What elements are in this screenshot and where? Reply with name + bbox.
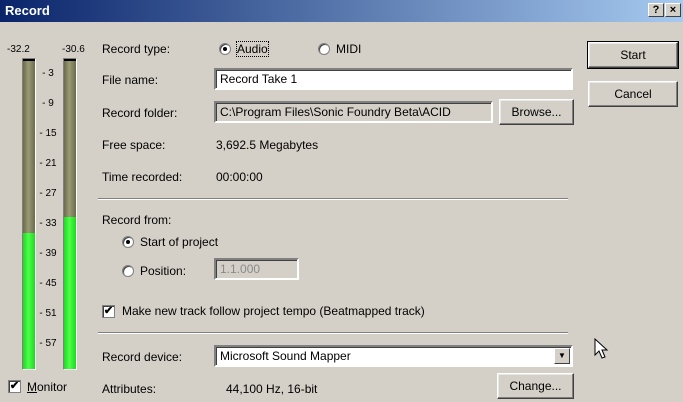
record-device-select[interactable]: Microsoft Sound Mapper ▼ xyxy=(214,345,573,367)
meter-left-level xyxy=(23,232,35,369)
attributes-label: Attributes: xyxy=(102,382,157,396)
meter-tick-label: - 9 xyxy=(42,98,54,109)
meter-left-top xyxy=(23,59,35,61)
separator xyxy=(98,198,568,200)
check-mark-icon: ✔ xyxy=(103,305,114,317)
chevron-down-icon[interactable]: ▼ xyxy=(554,348,570,364)
record-device-value: Microsoft Sound Mapper xyxy=(220,349,351,363)
free-space-label: Free space: xyxy=(102,138,166,152)
close-button[interactable]: × xyxy=(665,3,681,17)
time-recorded-label: Time recorded: xyxy=(102,170,183,184)
meter-tick-label: - 21 xyxy=(39,158,57,169)
tempo-checkbox-label[interactable]: Make new track follow project tempo (Bea… xyxy=(122,304,425,318)
record-dialog: Record ? × -32.2 -30.6 - 3 - 9 - 15 - 21 - 2… xyxy=(0,0,683,402)
meter-tick-label: - 45 xyxy=(39,278,57,289)
meter-right-top xyxy=(64,59,76,61)
meter-right-level xyxy=(64,217,76,369)
meter-right-channel xyxy=(63,58,77,370)
tempo-checkbox[interactable]: ✔ xyxy=(102,305,115,318)
record-from-label: Record from: xyxy=(102,213,172,227)
file-name-input[interactable]: Record Take 1 xyxy=(214,68,573,90)
meter-tick-label: - 15 xyxy=(39,128,57,139)
record-type-label: Record type: xyxy=(102,42,171,56)
start-button[interactable]: Start xyxy=(587,41,679,69)
midi-radio-label[interactable]: MIDI xyxy=(336,42,361,56)
time-recorded-value: 00:00:00 xyxy=(216,170,263,184)
meter-left-channel xyxy=(22,58,36,370)
window-title: Record xyxy=(5,3,50,18)
monitor-label-text: onitor xyxy=(37,380,68,394)
meter-tick-label: - 57 xyxy=(39,338,57,349)
title-bar: Record ? × xyxy=(0,0,683,22)
midi-radio[interactable] xyxy=(318,43,330,55)
audio-radio[interactable] xyxy=(219,43,231,55)
meter-tick-label: - 51 xyxy=(39,308,57,319)
mouse-cursor-icon xyxy=(594,338,609,359)
position-radio[interactable] xyxy=(122,265,134,277)
file-name-label: File name: xyxy=(102,73,159,87)
start-of-project-radio[interactable] xyxy=(122,236,134,248)
meter-tick-label: - 3 xyxy=(42,68,54,79)
cancel-button[interactable]: Cancel xyxy=(588,81,678,107)
meter-tick-label: - 33 xyxy=(39,218,57,229)
change-button[interactable]: Change... xyxy=(497,373,574,399)
separator xyxy=(98,332,568,334)
position-input[interactable]: 1.1.000 xyxy=(214,258,299,280)
audio-radio-label[interactable]: Audio xyxy=(236,41,269,57)
monitor-checkbox[interactable]: ✔ xyxy=(8,380,21,393)
meter-right-peak: -30.6 xyxy=(62,44,85,55)
start-of-project-label[interactable]: Start of project xyxy=(140,235,218,249)
monitor-label: Monitor xyxy=(27,380,68,394)
meter-tick-label: - 39 xyxy=(39,248,57,259)
position-label[interactable]: Position: xyxy=(140,264,186,278)
free-space-value: 3,692.5 Megabytes xyxy=(216,138,319,152)
check-mark-icon: ✔ xyxy=(9,380,20,392)
record-folder-field[interactable]: C:\Program Files\Sonic Foundry Beta\ACID xyxy=(214,101,493,123)
meter-left-peak: -32.2 xyxy=(7,44,30,55)
help-button[interactable]: ? xyxy=(648,3,664,17)
record-device-label: Record device: xyxy=(102,350,183,364)
record-folder-label: Record folder: xyxy=(102,106,178,120)
attributes-value: 44,100 Hz, 16-bit xyxy=(226,382,318,396)
meter-tick-label: - 27 xyxy=(39,188,57,199)
browse-button[interactable]: Browse... xyxy=(499,99,574,125)
